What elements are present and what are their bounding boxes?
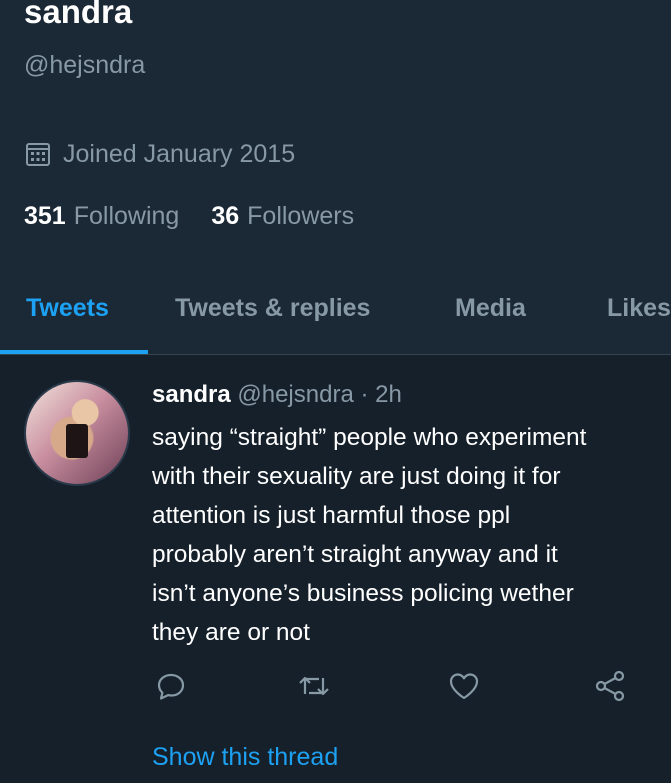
joined-date: Joined January 2015 (24, 138, 295, 170)
tweet-text-line: isn’t anyone’s business policing wether (152, 580, 574, 607)
followers-label: Followers (247, 202, 355, 230)
tweet-text-line: they are or not (152, 619, 310, 646)
followers-link[interactable]: 36 Followers (211, 200, 354, 232)
tweet-text-line: attention is just harmful those ppl (152, 502, 511, 529)
tweet-text-line: with their sexuality are just doing it f… (152, 463, 561, 490)
reply-button[interactable] (153, 668, 189, 704)
following-link[interactable]: 351 Following (24, 200, 179, 232)
tab-tweets-replies[interactable]: Tweets & replies (175, 292, 370, 324)
profile-handle: @hejsndra (24, 51, 146, 79)
calendar-icon (26, 143, 50, 166)
tweet-text-line: probably aren’t straight anyway and it (152, 541, 558, 568)
tab-tweets[interactable]: Tweets (26, 292, 109, 324)
joined-text: Joined January 2015 (63, 139, 296, 168)
retweet-icon (299, 676, 329, 696)
tweet-author-name[interactable]: sandra (152, 381, 231, 408)
tab-media[interactable]: Media (455, 292, 526, 324)
tweet-text-line: saying “straight” people who experiment (152, 424, 587, 451)
avatar[interactable] (24, 380, 130, 486)
share-button[interactable] (592, 668, 628, 704)
follow-stats: 351 Following 36 Followers (24, 200, 386, 232)
profile-name: sandra (24, 0, 133, 30)
profile-tabs: Tweets Tweets & replies Media Likes (0, 270, 671, 354)
share-icon (595, 670, 625, 702)
avatar-photo-phone (66, 424, 88, 458)
tweet-meta: @hejsndra · 2h (237, 381, 402, 408)
heart-icon (449, 673, 479, 700)
following-label: Following (73, 202, 180, 230)
following-count: 351 (24, 202, 66, 230)
followers-count: 36 (211, 202, 240, 230)
show-thread-link[interactable]: Show this thread (152, 740, 338, 774)
retweet-button[interactable] (296, 668, 332, 704)
reply-icon (157, 673, 185, 700)
tweet-header: sandra @hejsndra · 2h (152, 380, 402, 410)
tab-likes[interactable]: Likes (607, 292, 671, 324)
like-button[interactable] (446, 668, 482, 704)
tweet-text: saying “straight” people who experiment … (152, 418, 671, 652)
